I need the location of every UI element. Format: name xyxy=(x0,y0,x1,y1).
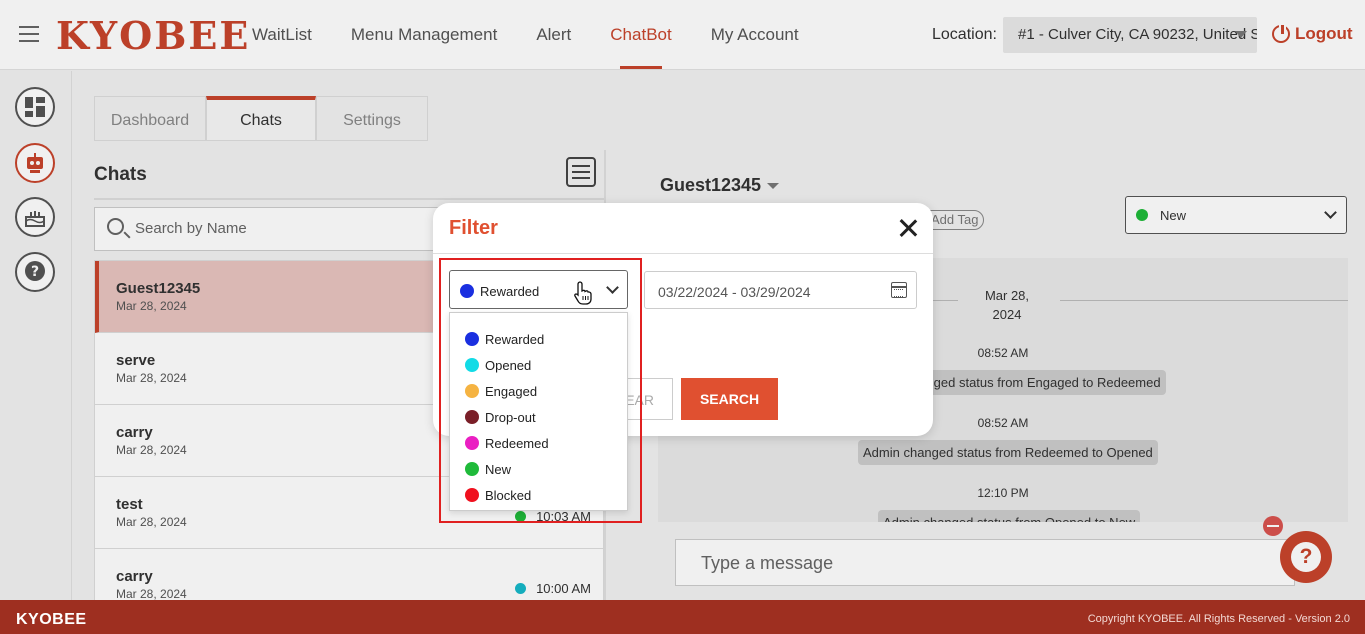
calendar-icon[interactable] xyxy=(891,282,907,298)
date-range-value: 03/22/2024 - 03/29/2024 xyxy=(658,284,811,300)
footer: KYOBEE Copyright KYOBEE. All Rights Rese… xyxy=(0,600,1365,634)
date-range-input[interactable]: 03/22/2024 - 03/29/2024 xyxy=(644,271,917,309)
search-button[interactable]: SEARCH xyxy=(681,378,778,420)
modal-divider xyxy=(433,253,933,254)
modal-title: Filter xyxy=(449,217,498,239)
highlight-annotation xyxy=(439,258,642,523)
footer-brand: KYOBEE xyxy=(16,611,87,628)
hand-cursor-icon xyxy=(574,281,592,305)
close-icon[interactable] xyxy=(897,217,919,239)
footer-copyright: Copyright KYOBEE. All Rights Reserved - … xyxy=(1087,613,1350,625)
